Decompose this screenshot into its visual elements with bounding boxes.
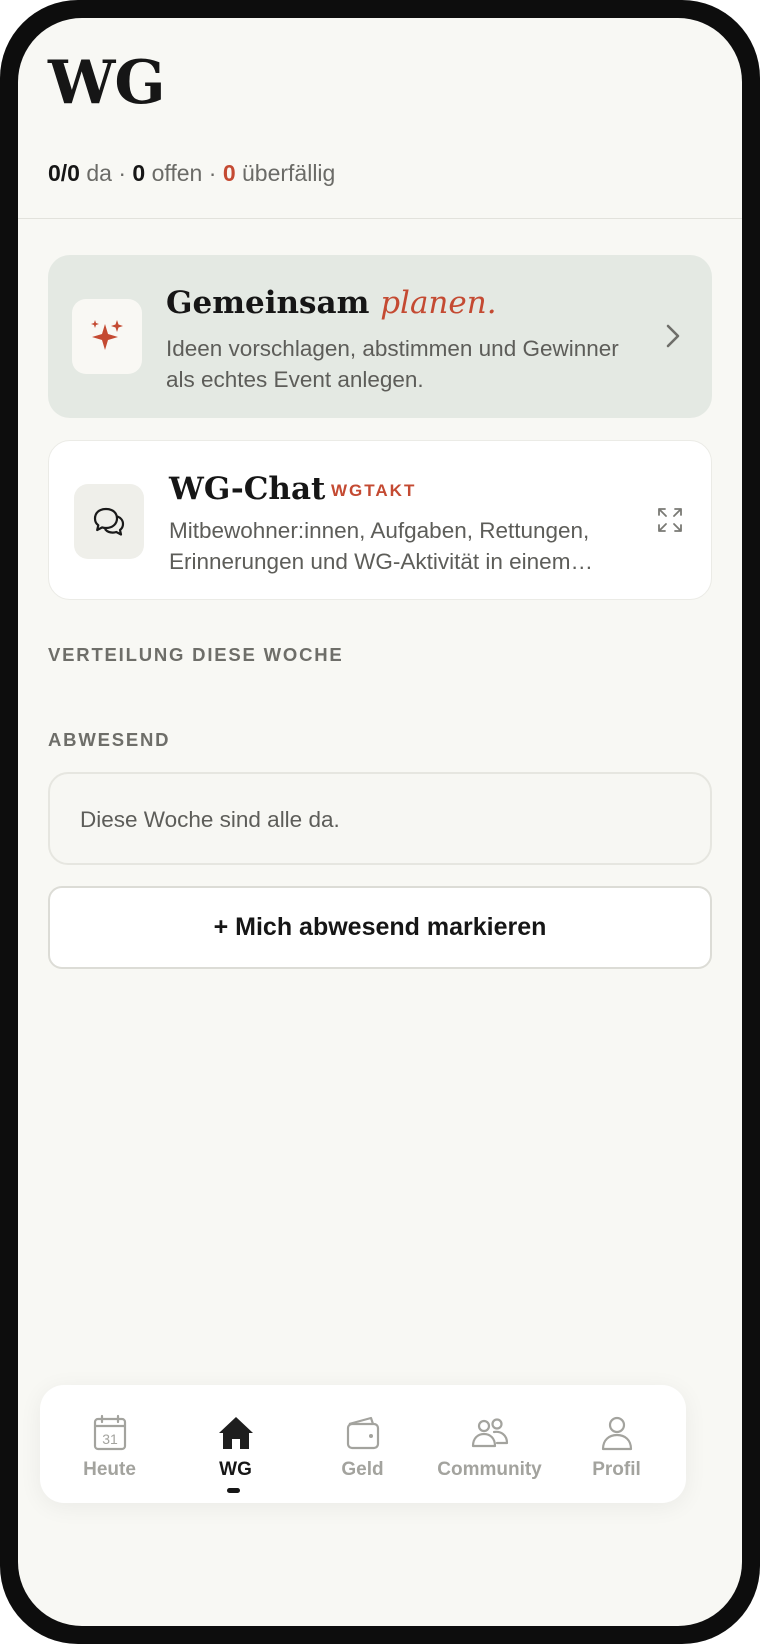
- overdue-label: überfällig: [242, 160, 336, 186]
- calendar-icon: 31: [93, 1414, 126, 1451]
- sparkles-icon: [72, 299, 142, 374]
- active-tab-indicator: [227, 1488, 240, 1493]
- plan-title-main: Gemeinsam: [166, 285, 370, 321]
- svg-text:31: 31: [102, 1431, 118, 1447]
- open-count: 0: [132, 160, 146, 186]
- plan-card-title: Gemeinsam planen.: [166, 285, 497, 321]
- chat-card-description: Mitbewohner:innen, Aufgaben, Rettungen, …: [169, 515, 629, 577]
- present-count: 0/0: [48, 160, 80, 186]
- wg-chat-card[interactable]: WG-Chat WGTAKT Mitbewohner:innen, Aufgab…: [48, 440, 712, 600]
- header-divider: [18, 218, 742, 219]
- expand-icon[interactable]: [657, 507, 683, 533]
- page-title: WG: [48, 48, 166, 118]
- chat-desc-line: Mitbewohner:innen, Aufgaben, Rettungen,: [169, 518, 590, 543]
- people-icon: [471, 1418, 508, 1448]
- home-icon: [218, 1417, 253, 1449]
- section-distribution-label: VERTEILUNG DIESE WOCHE: [48, 644, 344, 665]
- chat-card-badge: WGTAKT: [331, 481, 417, 500]
- overdue-count: 0: [222, 160, 236, 186]
- tab-label: Profil: [592, 1459, 641, 1480]
- chat-card-title: WG-Chat: [169, 471, 326, 507]
- bottom-tab-bar: 31 Heute WG Geld Community Profil: [40, 1385, 686, 1503]
- device-frame: WG 0/0 da · 0 offen · 0 überfällig Gemei…: [0, 0, 760, 1644]
- mark-absent-button[interactable]: + Mich abwesend markieren: [48, 886, 712, 969]
- plan-title-accent: planen.: [380, 285, 497, 321]
- app-screen: WG 0/0 da · 0 offen · 0 überfällig Gemei…: [18, 18, 742, 1626]
- absent-empty-text: Diese Woche sind alle da.: [80, 807, 340, 832]
- section-absent-label: ABWESEND: [48, 729, 171, 750]
- tab-profil[interactable]: Profil: [552, 1385, 681, 1503]
- wallet-icon: [346, 1416, 379, 1450]
- tab-geld[interactable]: Geld: [298, 1385, 427, 1503]
- absent-empty-state: Diese Woche sind alle da.: [48, 772, 712, 865]
- tab-label: Geld: [341, 1459, 384, 1480]
- open-label: offen: [151, 160, 203, 186]
- chat-desc-line: Erinnerungen und WG-Aktivität in einem…: [169, 549, 593, 574]
- plan-together-card[interactable]: Gemeinsam planen. Ideen vorschlagen, abs…: [48, 255, 712, 418]
- plan-card-description: Ideen vorschlagen, abstimmen und Gewinne…: [166, 336, 619, 392]
- tab-label: Heute: [83, 1459, 136, 1480]
- present-label: da: [86, 160, 112, 186]
- tab-label: WG: [219, 1459, 252, 1480]
- tab-wg[interactable]: WG: [171, 1385, 300, 1503]
- chat-bubbles-icon: [74, 484, 144, 559]
- household-stats: 0/0 da · 0 offen · 0 überfällig: [48, 160, 335, 187]
- tab-heute[interactable]: 31 Heute: [45, 1385, 174, 1503]
- tab-label: Community: [437, 1459, 542, 1480]
- profile-icon: [601, 1416, 632, 1451]
- chevron-right-icon: [666, 324, 680, 348]
- stats-separator: ·: [118, 160, 127, 186]
- stats-separator: ·: [208, 160, 217, 186]
- tab-community[interactable]: Community: [425, 1385, 554, 1503]
